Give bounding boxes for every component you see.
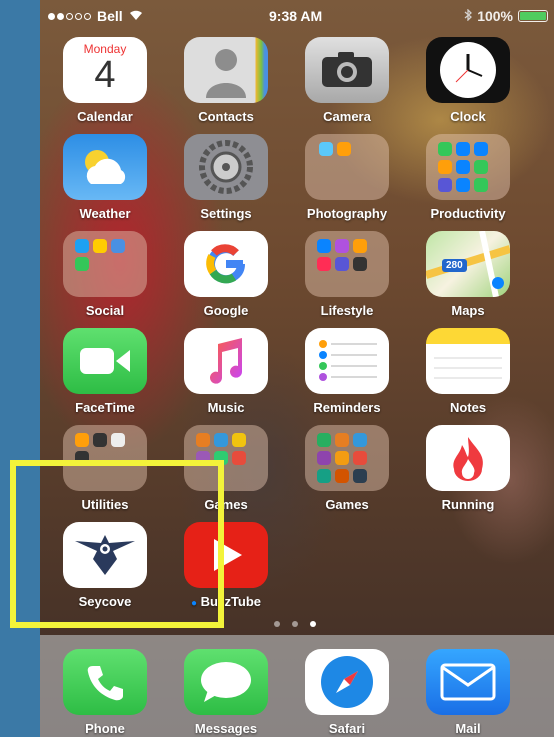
app-reminders[interactable]: Reminders	[292, 328, 402, 415]
app-settings[interactable]: Settings	[171, 134, 281, 221]
signal-strength-icon	[48, 12, 91, 20]
app-label: Notes	[449, 400, 487, 415]
app-social-folder[interactable]: Social	[50, 231, 160, 318]
app-productivity[interactable]: Productivity	[413, 134, 523, 221]
app-maps[interactable]: 280 Maps	[413, 231, 523, 318]
app-notes[interactable]: Notes	[413, 328, 523, 415]
google-icon	[184, 231, 268, 297]
battery-icon	[518, 10, 548, 22]
calendar-icon: Monday 4	[63, 37, 147, 103]
settings-icon	[184, 134, 268, 200]
app-label: Maps	[451, 303, 485, 318]
screenshot-frame: Bell 9:38 AM 100% Monday 4 Calendar Cont…	[0, 0, 554, 737]
app-label: Calendar	[77, 109, 133, 124]
app-label: Running	[441, 497, 495, 512]
dock: Phone Messages Safari Mail	[40, 635, 554, 737]
app-google[interactable]: Google	[171, 231, 281, 318]
compass-icon	[305, 649, 389, 715]
battery-percent: 100%	[477, 8, 513, 24]
app-label: Camera	[323, 109, 371, 124]
app-running[interactable]: Running	[413, 425, 523, 512]
weather-icon	[63, 134, 147, 200]
maps-road-sign: 280	[442, 259, 467, 272]
flame-icon	[426, 425, 510, 491]
app-label: Reminders	[313, 400, 381, 415]
app-games-folder-2[interactable]: Games	[292, 425, 402, 512]
status-bar: Bell 9:38 AM 100%	[40, 0, 554, 30]
camera-icon	[305, 37, 389, 103]
dock-phone[interactable]: Phone	[50, 649, 160, 736]
folder-icon	[305, 134, 389, 200]
app-label: Mail	[455, 721, 481, 736]
page-indicator[interactable]	[274, 621, 316, 627]
clock-icon	[426, 37, 510, 103]
dock-safari[interactable]: Safari	[292, 649, 402, 736]
app-label: Lifestyle	[320, 303, 374, 318]
app-label: Google	[203, 303, 249, 318]
app-music[interactable]: Music	[171, 328, 281, 415]
app-label: Phone	[85, 721, 125, 736]
page-dot	[292, 621, 298, 627]
app-label: Contacts	[198, 109, 254, 124]
app-weather[interactable]: Weather	[50, 134, 160, 221]
app-label: Messages	[194, 721, 258, 736]
maps-icon: 280	[426, 231, 510, 297]
app-label: Social	[85, 303, 125, 318]
notes-icon	[426, 328, 510, 394]
folder-icon	[305, 425, 389, 491]
bluetooth-icon	[464, 8, 473, 24]
app-calendar[interactable]: Monday 4 Calendar	[50, 37, 160, 124]
phone-icon	[63, 649, 147, 715]
app-label: Productivity	[430, 206, 506, 221]
highlight-box	[10, 460, 224, 628]
mail-icon	[426, 649, 510, 715]
page-dot	[274, 621, 280, 627]
folder-icon	[305, 231, 389, 297]
app-photography[interactable]: Photography	[292, 134, 402, 221]
carrier-signal: Bell	[48, 8, 143, 24]
contacts-icon	[184, 37, 268, 103]
carrier-name: Bell	[97, 8, 123, 24]
music-icon	[184, 328, 268, 394]
app-lifestyle-folder[interactable]: Lifestyle	[292, 231, 402, 318]
app-label: Safari	[328, 721, 366, 736]
page-dot-active	[310, 621, 316, 627]
dock-messages[interactable]: Messages	[171, 649, 281, 736]
messages-icon	[184, 649, 268, 715]
reminders-icon	[305, 328, 389, 394]
app-label: Clock	[450, 109, 486, 124]
app-label: Games	[325, 497, 369, 512]
app-contacts[interactable]: Contacts	[171, 37, 281, 124]
app-label: FaceTime	[75, 400, 135, 415]
app-clock[interactable]: Clock	[413, 37, 523, 124]
battery-status: 100%	[464, 8, 548, 24]
facetime-icon	[63, 328, 147, 394]
folder-icon	[63, 231, 147, 297]
app-label: Photography	[306, 206, 388, 221]
wifi-icon	[129, 8, 143, 24]
dock-mail[interactable]: Mail	[413, 649, 523, 736]
status-time: 9:38 AM	[269, 8, 323, 24]
folder-icon	[426, 134, 510, 200]
app-label: Settings	[200, 206, 252, 221]
app-label: Weather	[79, 206, 131, 221]
calendar-date: 4	[94, 54, 116, 96]
app-label: Music	[207, 400, 245, 415]
app-facetime[interactable]: FaceTime	[50, 328, 160, 415]
app-camera[interactable]: Camera	[292, 37, 402, 124]
